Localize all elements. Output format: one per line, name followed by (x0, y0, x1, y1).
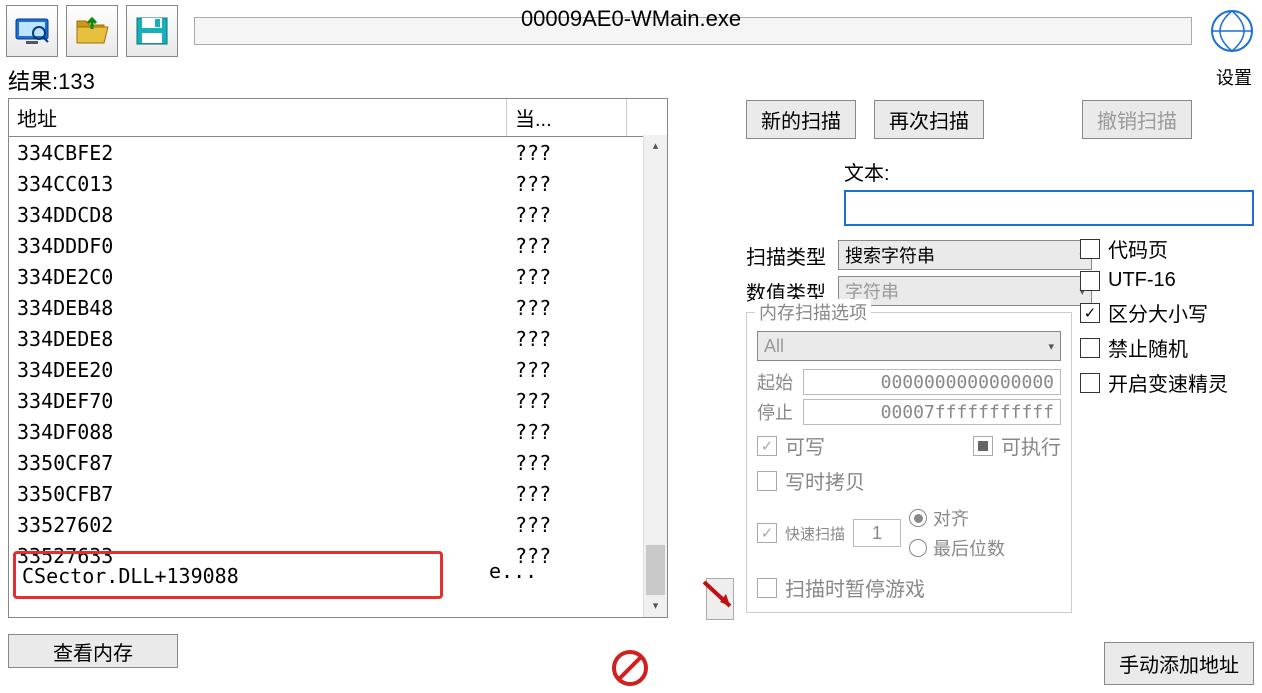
no-random-checkbox[interactable] (1080, 338, 1100, 358)
fast-scan-checkbox[interactable]: ✓ (757, 523, 777, 543)
start-address-input[interactable] (803, 369, 1061, 395)
table-row[interactable]: 334DE2C0??? (9, 261, 667, 292)
new-scan-button[interactable]: 新的扫描 (746, 100, 856, 139)
scroll-down-button[interactable]: ▾ (644, 595, 667, 617)
open-file-button[interactable] (66, 5, 118, 57)
table-row[interactable]: 334CC013??? (9, 168, 667, 199)
highlighted-row[interactable]: CSector.DLL+139088 (13, 551, 443, 599)
table-row[interactable]: 334DF088??? (9, 416, 667, 447)
save-button[interactable] (126, 5, 178, 57)
table-row[interactable]: 334DEF70??? (9, 385, 667, 416)
executable-checkbox[interactable] (973, 436, 993, 456)
speedhack-checkbox[interactable] (1080, 373, 1100, 393)
last-digits-radio[interactable] (909, 539, 927, 557)
table-row[interactable]: 3350CFB7??? (9, 478, 667, 509)
view-memory-button[interactable]: 查看内存 (8, 634, 178, 668)
aligned-radio[interactable] (909, 509, 927, 527)
manual-add-address-button[interactable]: 手动添加地址 (1104, 642, 1254, 685)
column-address[interactable]: 地址 (9, 99, 507, 136)
progress-bar (194, 17, 1192, 45)
results-table[interactable]: 地址 当... 334CBFE2???334CC013???334DDCD8??… (8, 98, 668, 618)
table-row[interactable]: 334DEE20??? (9, 354, 667, 385)
cheat-engine-logo-icon[interactable] (1208, 7, 1256, 55)
case-sensitive-checkbox[interactable]: ✓ (1080, 303, 1100, 323)
table-row[interactable]: 334DEDE8??? (9, 323, 667, 354)
memory-scan-options: 内存扫描选项 All▾ 起始 停止 ✓可写 可执行 写时拷贝 ✓ 快速扫描 对齐… (746, 312, 1072, 613)
table-row[interactable]: 33527602??? (9, 509, 667, 540)
scan-type-combo[interactable]: 搜索字符串▾ (838, 240, 1092, 270)
table-row[interactable]: 334CBFE2??? (9, 137, 667, 168)
utf16-checkbox[interactable] (1080, 271, 1100, 291)
scroll-up-button[interactable]: ▴ (644, 135, 667, 157)
text-label: 文本: (844, 163, 890, 185)
annotation-arrow-icon (702, 580, 742, 616)
stop-address-input[interactable] (803, 399, 1061, 425)
select-process-button[interactable] (6, 5, 58, 57)
results-count-label: 结果:133 (0, 62, 1262, 98)
fast-scan-value-input[interactable] (853, 519, 901, 547)
search-value-input[interactable] (844, 190, 1254, 226)
settings-link[interactable]: 设置 (1216, 64, 1252, 90)
next-scan-button[interactable]: 再次扫描 (874, 100, 984, 139)
memory-region-combo: All▾ (757, 331, 1061, 361)
clear-icon[interactable] (610, 648, 650, 688)
column-value[interactable]: 当... (507, 99, 627, 136)
results-scrollbar[interactable]: ▴ ▾ (643, 135, 667, 617)
value-type-combo: 字符串▾ (838, 276, 1092, 306)
copy-on-write-checkbox[interactable] (757, 471, 777, 491)
scan-type-label: 扫描类型 (746, 241, 830, 270)
table-row[interactable]: 3350CF87??? (9, 447, 667, 478)
table-row[interactable]: 334DEB48??? (9, 292, 667, 323)
table-row[interactable]: 334DDCD8??? (9, 199, 667, 230)
undo-scan-button: 撤销扫描 (1082, 100, 1192, 139)
codepage-checkbox[interactable] (1080, 239, 1100, 259)
scroll-thumb[interactable] (646, 545, 665, 595)
writable-checkbox[interactable]: ✓ (757, 436, 777, 456)
pause-game-checkbox[interactable] (757, 578, 777, 598)
table-row[interactable]: 334DDDF0??? (9, 230, 667, 261)
